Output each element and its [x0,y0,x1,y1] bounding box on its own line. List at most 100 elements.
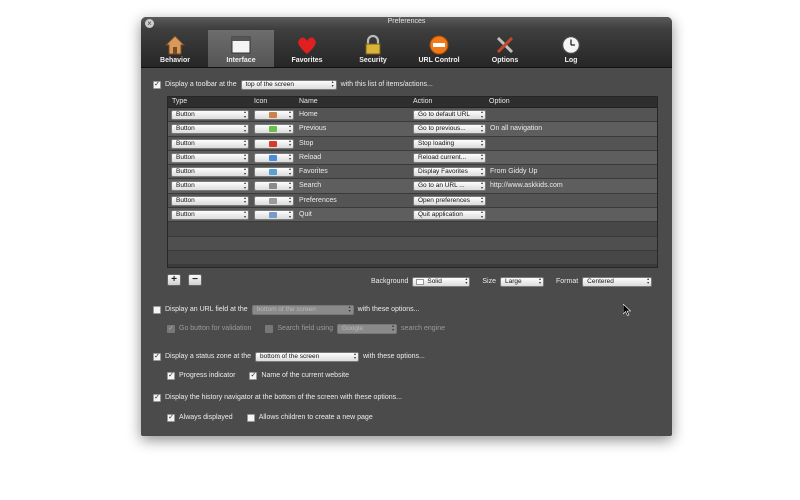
preferences-icon [269,197,277,204]
tab-label: Interface [226,57,256,64]
action-select[interactable]: Go to previous... [413,124,486,135]
action-select[interactable]: Quit application [413,210,486,221]
header-action: Action [413,98,433,105]
children-new-page-label: Allows children to create a new page [258,414,373,421]
format-select[interactable]: Centered [582,276,653,287]
item-option: From Giddy Up [490,168,538,176]
tab-security[interactable]: Security [340,30,406,67]
item-name: Preferences [299,196,337,204]
table-row[interactable]: Button Stop Stop loading [168,136,657,151]
toolbar-checkbox[interactable]: ✓ [153,80,161,89]
tab-label: Behavior [160,57,190,64]
house-icon [269,112,277,118]
icon-select[interactable] [254,195,294,206]
icon-select[interactable] [254,210,294,221]
search-field-checkbox[interactable] [265,324,274,333]
action-select[interactable]: Open preferences [413,195,486,206]
type-select[interactable]: Button [171,167,249,178]
table-row[interactable]: Button Reload Reload current... [168,150,657,166]
toolbar-items-table: Type Icon Name Action Option Button Home… [167,96,658,268]
icon-select[interactable] [254,181,294,192]
item-name: Previous [299,125,327,133]
item-name: Reload [299,153,322,161]
size-label: Size [482,278,496,285]
tab-favorites[interactable]: Favorites [274,30,340,67]
clock-icon [561,35,581,55]
website-name-label: Name of the current website [261,372,349,379]
tab-url-control[interactable]: URL Control [406,30,472,67]
url-field-checkbox[interactable] [153,305,161,314]
tab-label: Options [491,57,519,64]
type-select[interactable]: Button [171,138,249,149]
swatch-icon [416,278,425,285]
type-select[interactable]: Button [171,152,249,163]
tab-label: Security [359,57,387,64]
icon-select[interactable] [254,110,294,120]
icon-select[interactable] [254,167,294,178]
table-row[interactable]: Button Favorites Display Favorites From … [168,165,657,180]
icon-select[interactable] [254,124,294,135]
header-type: Type [172,98,188,105]
header-name: Name [299,98,318,105]
always-displayed-checkbox[interactable]: ✓ [167,413,175,422]
go-button-checkbox[interactable]: ✓ [167,324,175,333]
icon-select[interactable] [254,152,294,163]
reload-icon [269,154,277,161]
url-field-position-select[interactable]: bottom of the screen [251,304,354,315]
children-new-page-checkbox[interactable] [246,413,255,422]
tab-behavior[interactable]: Behavior [142,30,208,67]
item-option: http://www.askkids.com [490,182,563,190]
house-icon [164,35,186,55]
remove-item-button[interactable]: − [188,274,202,286]
background-select[interactable]: Solid [412,276,471,287]
icon-select[interactable] [254,138,294,149]
tab-log[interactable]: Log [538,30,604,67]
type-select[interactable]: Button [171,110,249,120]
size-select[interactable]: Large [499,276,544,287]
status-zone-label-after: with these options... [363,353,425,360]
history-nav-checkbox[interactable]: ✓ [153,393,161,402]
action-select[interactable]: Stop loading [413,138,486,149]
item-name: Stop [299,139,314,147]
status-zone-checkbox[interactable]: ✓ [153,352,161,361]
history-nav-option-row: ✓ Display the history navigator at the b… [153,392,402,403]
table-row-empty [168,236,657,251]
table-row[interactable]: Button Home Go to default URL [168,108,657,123]
left-arrow-icon [269,126,277,133]
type-select[interactable]: Button [171,195,249,206]
history-nav-suboptions-row: ✓ Always displayed Allows children to cr… [167,412,373,423]
progress-indicator-label: Progress indicator [179,372,236,379]
item-name: Home [299,111,318,118]
status-zone-position-select[interactable]: bottom of the screen [255,351,359,362]
search-engine-select[interactable]: Google [337,323,398,334]
toolbar-label-before: Display a toolbar at the [165,81,237,88]
progress-indicator-checkbox[interactable]: ✓ [167,371,175,380]
status-zone-suboptions-row: ✓ Progress indicator ✓ Name of the curre… [167,370,349,381]
action-select[interactable]: Go to default URL [413,110,486,120]
table-row[interactable]: Button Search Go to an URL ... http://ww… [168,179,657,194]
toolbar-position-select[interactable]: top of the screen [240,79,337,90]
website-name-checkbox[interactable]: ✓ [249,371,258,380]
table-row-empty [168,250,657,266]
favorites-icon [269,169,277,176]
action-select[interactable]: Display Favorites [413,167,486,178]
type-select[interactable]: Button [171,124,249,135]
header-icon: Icon [254,98,268,105]
tab-label: Favorites [291,57,323,64]
table-row[interactable]: Button Preferences Open preferences [168,193,657,209]
tab-label: URL Control [418,57,460,64]
type-select[interactable]: Button [171,210,249,221]
tab-options[interactable]: Options [472,30,538,67]
table-row[interactable]: Button Previous Go to previous... On all… [168,122,657,137]
search-engine-suffix: search engine [401,325,446,332]
url-field-option-row: Display an URL field at the bottom of th… [153,304,420,315]
preferences-toolbar: Behavior Interface Favorites Security UR… [141,30,672,68]
tab-interface[interactable]: Interface [208,30,274,67]
heart-icon [298,37,316,54]
add-item-button[interactable]: + [167,274,181,286]
table-row[interactable]: Button Quit Quit application [168,208,657,223]
type-select[interactable]: Button [171,181,249,192]
action-select[interactable]: Reload current... [413,152,486,163]
action-select[interactable]: Go to an URL ... [413,181,486,192]
status-zone-option-row: ✓ Display a status zone at the bottom of… [153,351,425,362]
